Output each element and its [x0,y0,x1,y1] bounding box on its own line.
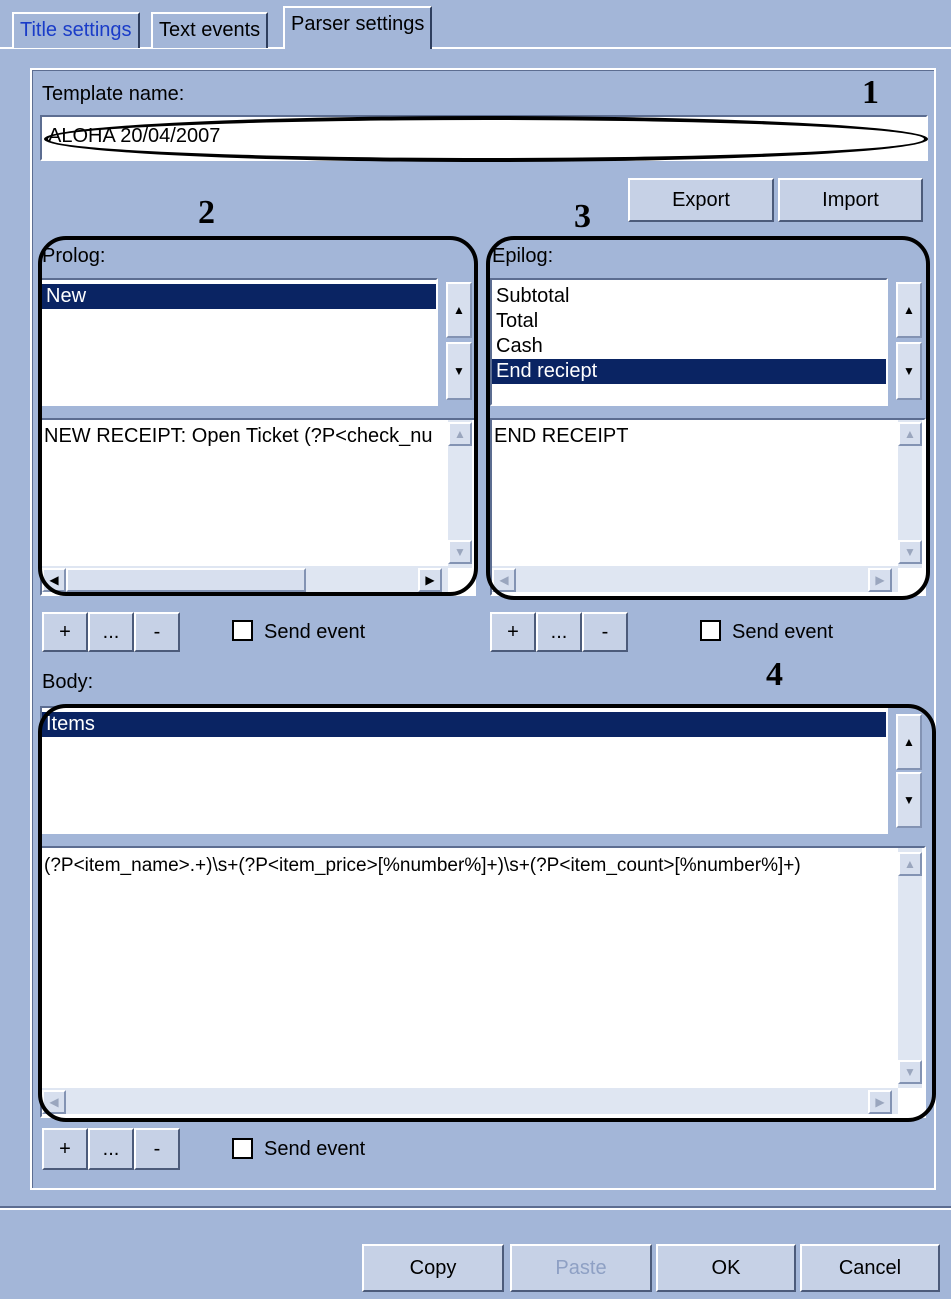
epilog-remove-button[interactable]: - [582,612,628,652]
prolog-send-event-checkbox[interactable] [232,620,253,641]
epilog-send-event-checkbox[interactable] [700,620,721,641]
tab-parser-settings-label: Parser settings [291,13,425,35]
cancel-button[interactable]: Cancel [800,1244,940,1292]
callout-4-outline [38,704,936,1122]
copy-button[interactable]: Copy [362,1244,504,1292]
callout-4-number: 4 [766,656,783,693]
epilog-send-event-label: Send event [732,621,834,643]
callout-3-number: 3 [574,198,591,235]
bottom-separator-highlight [0,1208,951,1210]
tabstrip-line [0,47,951,49]
tab-title-settings-label: Title settings [20,19,132,41]
ok-button[interactable]: OK [656,1244,796,1292]
callout-2-number: 2 [198,194,215,231]
callout-3-outline [486,236,930,600]
prolog-remove-button[interactable]: - [134,612,180,652]
export-button[interactable]: Export [628,178,774,222]
body-label: Body: [42,671,94,693]
body-remove-button[interactable]: - [134,1128,180,1170]
import-button[interactable]: Import [778,178,923,222]
callout-2-outline [38,236,478,596]
prolog-add-button[interactable]: + [42,612,88,652]
callout-1-number: 1 [862,74,879,111]
tab-text-events[interactable]: Text events [151,12,269,48]
callout-1-ellipse [44,116,928,162]
tab-text-events-label: Text events [159,19,261,41]
epilog-add-button[interactable]: + [490,612,536,652]
tab-parser-settings[interactable]: Parser settings [283,6,433,49]
body-add-button[interactable]: + [42,1128,88,1170]
template-name-label: Template name: [42,83,185,105]
body-edit-button[interactable]: ... [88,1128,134,1170]
epilog-edit-button[interactable]: ... [536,612,582,652]
prolog-edit-button[interactable]: ... [88,612,134,652]
prolog-send-event-label: Send event [264,621,366,643]
paste-button[interactable]: Paste [510,1244,652,1292]
tab-title-settings[interactable]: Title settings [12,12,140,48]
body-send-event-label: Send event [264,1138,366,1160]
body-send-event-checkbox[interactable] [232,1138,253,1159]
